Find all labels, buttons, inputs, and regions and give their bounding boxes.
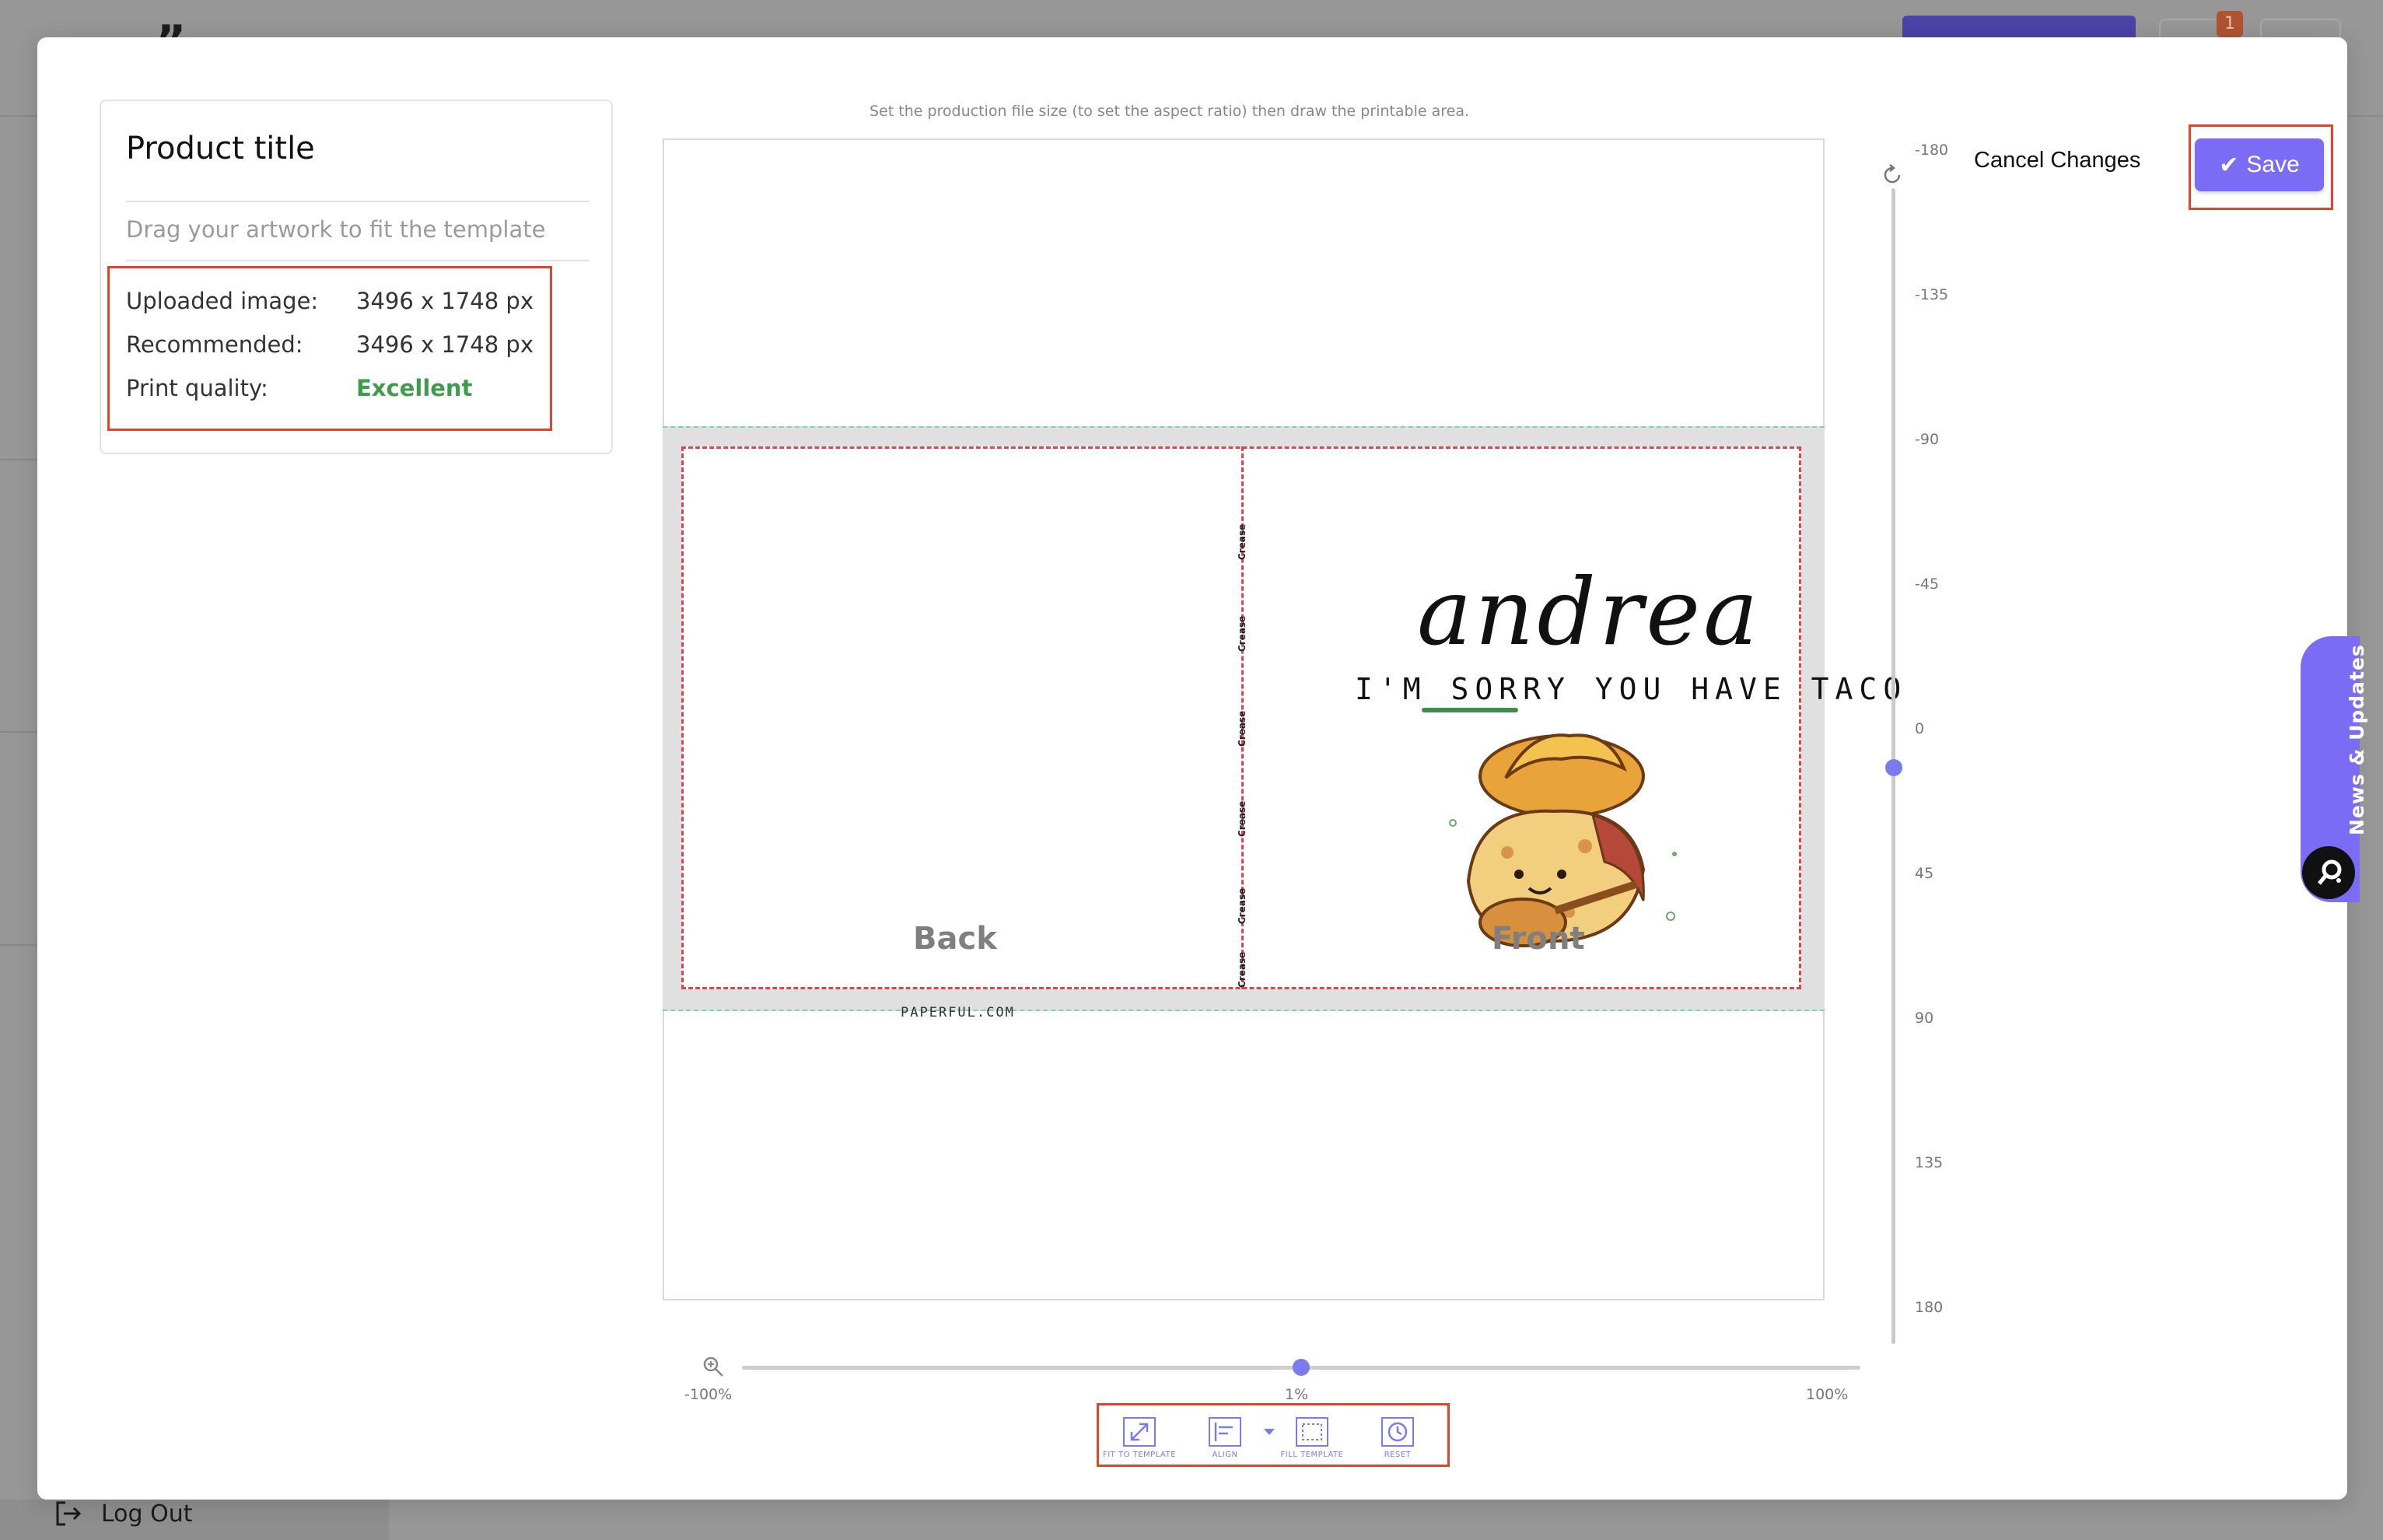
product-title: Product title [126,131,315,166]
cancel-changes-button[interactable]: Cancel Changes [1974,148,2140,173]
background-divider [0,944,39,946]
fit-to-template-label: FIT TO TEMPLATE [1102,1451,1177,1459]
crease-label: Crease [1237,710,1247,747]
canvas-hint: Set the production file size (to set the… [870,103,1470,120]
crease-label: Crease [1237,523,1247,560]
artwork-message-text: I'M SORRY YOU HAVE TACO [1355,672,1908,706]
highlight-box [107,266,552,431]
background-divider [0,731,39,733]
divider [126,260,590,261]
fill-frame-icon [1296,1417,1328,1447]
logout-link: Log Out [53,1498,193,1529]
news-avatar-icon[interactable] [2302,846,2355,899]
align-label: ALIGN [1212,1451,1238,1459]
save-button[interactable]: ✔ Save [2195,138,2324,191]
artwork-toolbar: FIT TO TEMPLATE ALIGN FILL TEMPLATE RESE… [1097,1403,1450,1467]
logout-icon [56,1501,82,1526]
history-icon [1381,1417,1414,1447]
divider [126,201,590,202]
fill-template-label: FILL TEMPLATE [1280,1451,1344,1459]
artwork-underline [1422,708,1518,712]
zoom-max-label: 100% [1806,1386,1849,1403]
align-left-icon [1209,1417,1241,1447]
product-info-card: Product title Drag your artwork to fit t… [100,100,613,454]
fill-template-button[interactable]: FILL TEMPLATE [1275,1416,1349,1459]
rotation-tick-label: 0 [1915,720,1925,737]
notification-badge: 1 [2217,11,2243,37]
fit-to-template-button[interactable]: FIT TO TEMPLATE [1102,1416,1177,1459]
logout-label: Log Out [101,1500,193,1528]
rotation-slider-handle[interactable] [1885,759,1902,776]
zoom-slider-handle[interactable] [1293,1359,1310,1376]
artwork-name-text: andrea [1417,558,1762,666]
align-button[interactable]: ALIGN [1188,1416,1262,1459]
zoom-current-label: 1% [1285,1386,1309,1403]
crease-label: Crease [1237,951,1247,988]
save-label: Save [2246,152,2300,177]
rotation-tick-label: 135 [1915,1154,1944,1171]
back-panel-label: Back [913,921,997,957]
reset-button[interactable]: RESET [1360,1416,1435,1459]
info-subtitle: Drag your artwork to fit the template [126,216,546,243]
background-divider [0,459,39,460]
rotation-tick-label: -45 [1915,576,1940,593]
expand-icon [1123,1417,1156,1447]
check-icon: ✔ [2219,152,2239,178]
crease-label: Crease [1237,800,1247,837]
chevron-down-icon[interactable] [1264,1429,1275,1435]
news-updates-label: News & Updates [2346,644,2368,835]
rotation-tick-label: 45 [1915,865,1934,882]
front-panel-label: Front [1492,921,1585,957]
zoom-min-label: -100% [684,1386,733,1403]
rotation-tick-label: -180 [1915,142,1949,159]
rotate-reset-icon[interactable] [1881,163,1904,187]
rotation-tick-label: -135 [1915,286,1949,303]
crease-label: Crease [1237,615,1247,652]
artwork-credit-text: PAPERFUL.COM [901,1005,1015,1020]
rotation-tick-label: 90 [1915,1010,1934,1027]
zoom-icon [703,1356,723,1377]
artwork-editor-modal: Product title Drag your artwork to fit t… [37,37,2347,1500]
crease-label: Crease [1237,887,1247,924]
rotation-tick-label: -90 [1915,431,1940,448]
reset-label: RESET [1384,1451,1412,1459]
rotation-tick-label: 180 [1915,1299,1944,1316]
